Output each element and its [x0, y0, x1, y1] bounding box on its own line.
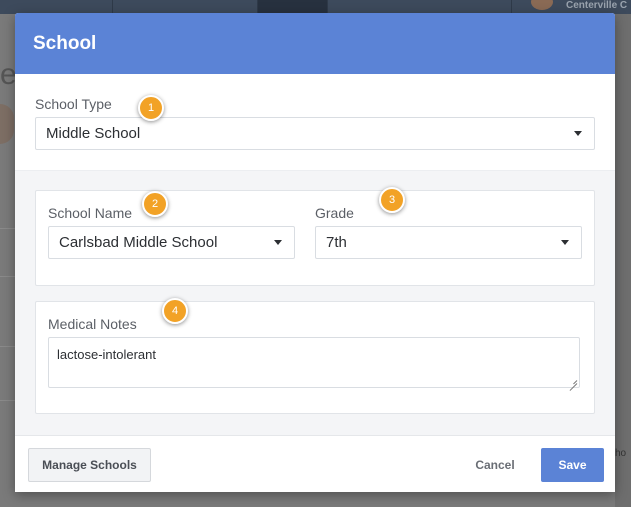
- school-modal: School School Type Middle School School …: [15, 13, 615, 492]
- background-right-panel: [615, 14, 631, 507]
- caret-down-icon: [274, 240, 282, 245]
- school-type-section: School Type Middle School: [15, 74, 615, 171]
- medical-notes-textarea[interactable]: lactose-intolerant: [48, 337, 580, 388]
- step-badge-1: 1: [138, 95, 164, 121]
- caret-down-icon: [574, 131, 582, 136]
- medical-notes-label: Medical Notes: [48, 316, 137, 332]
- school-type-value: Middle School: [46, 125, 141, 142]
- medical-notes-card: Medical Notes lactose-intolerant: [35, 301, 595, 414]
- background-right-text: ho: [615, 448, 627, 459]
- grade-select[interactable]: 7th: [315, 226, 582, 259]
- background-header-text: Centerville C: [566, 0, 628, 11]
- grade-field: Grade 7th: [315, 205, 582, 259]
- grade-label: Grade: [315, 205, 354, 221]
- medical-notes-value: lactose-intolerant: [57, 347, 156, 362]
- modal-footer: Manage Schools Cancel Save: [15, 435, 615, 492]
- manage-schools-button[interactable]: Manage Schools: [28, 448, 151, 482]
- save-button[interactable]: Save: [541, 448, 604, 482]
- caret-down-icon: [561, 240, 569, 245]
- modal-title: School: [33, 32, 97, 54]
- step-badge-4: 4: [162, 298, 188, 324]
- cancel-button[interactable]: Cancel: [465, 448, 525, 482]
- step-badge-2: 2: [142, 191, 168, 217]
- school-details-card: School Name Carlsbad Middle School Grade…: [35, 190, 595, 286]
- medical-notes-field: Medical Notes lactose-intolerant: [48, 316, 580, 388]
- resize-handle-icon[interactable]: [569, 377, 577, 385]
- school-type-label: School Type: [35, 96, 112, 112]
- school-name-field: School Name Carlsbad Middle School: [48, 205, 295, 259]
- school-name-select[interactable]: Carlsbad Middle School: [48, 226, 295, 259]
- step-badge-3: 3: [379, 187, 405, 213]
- grade-value: 7th: [326, 234, 347, 251]
- school-type-select[interactable]: Middle School: [35, 117, 595, 150]
- school-name-label: School Name: [48, 205, 133, 221]
- background-avatar: [0, 104, 14, 144]
- school-name-value: Carlsbad Middle School: [59, 234, 218, 251]
- modal-header: School: [15, 13, 615, 74]
